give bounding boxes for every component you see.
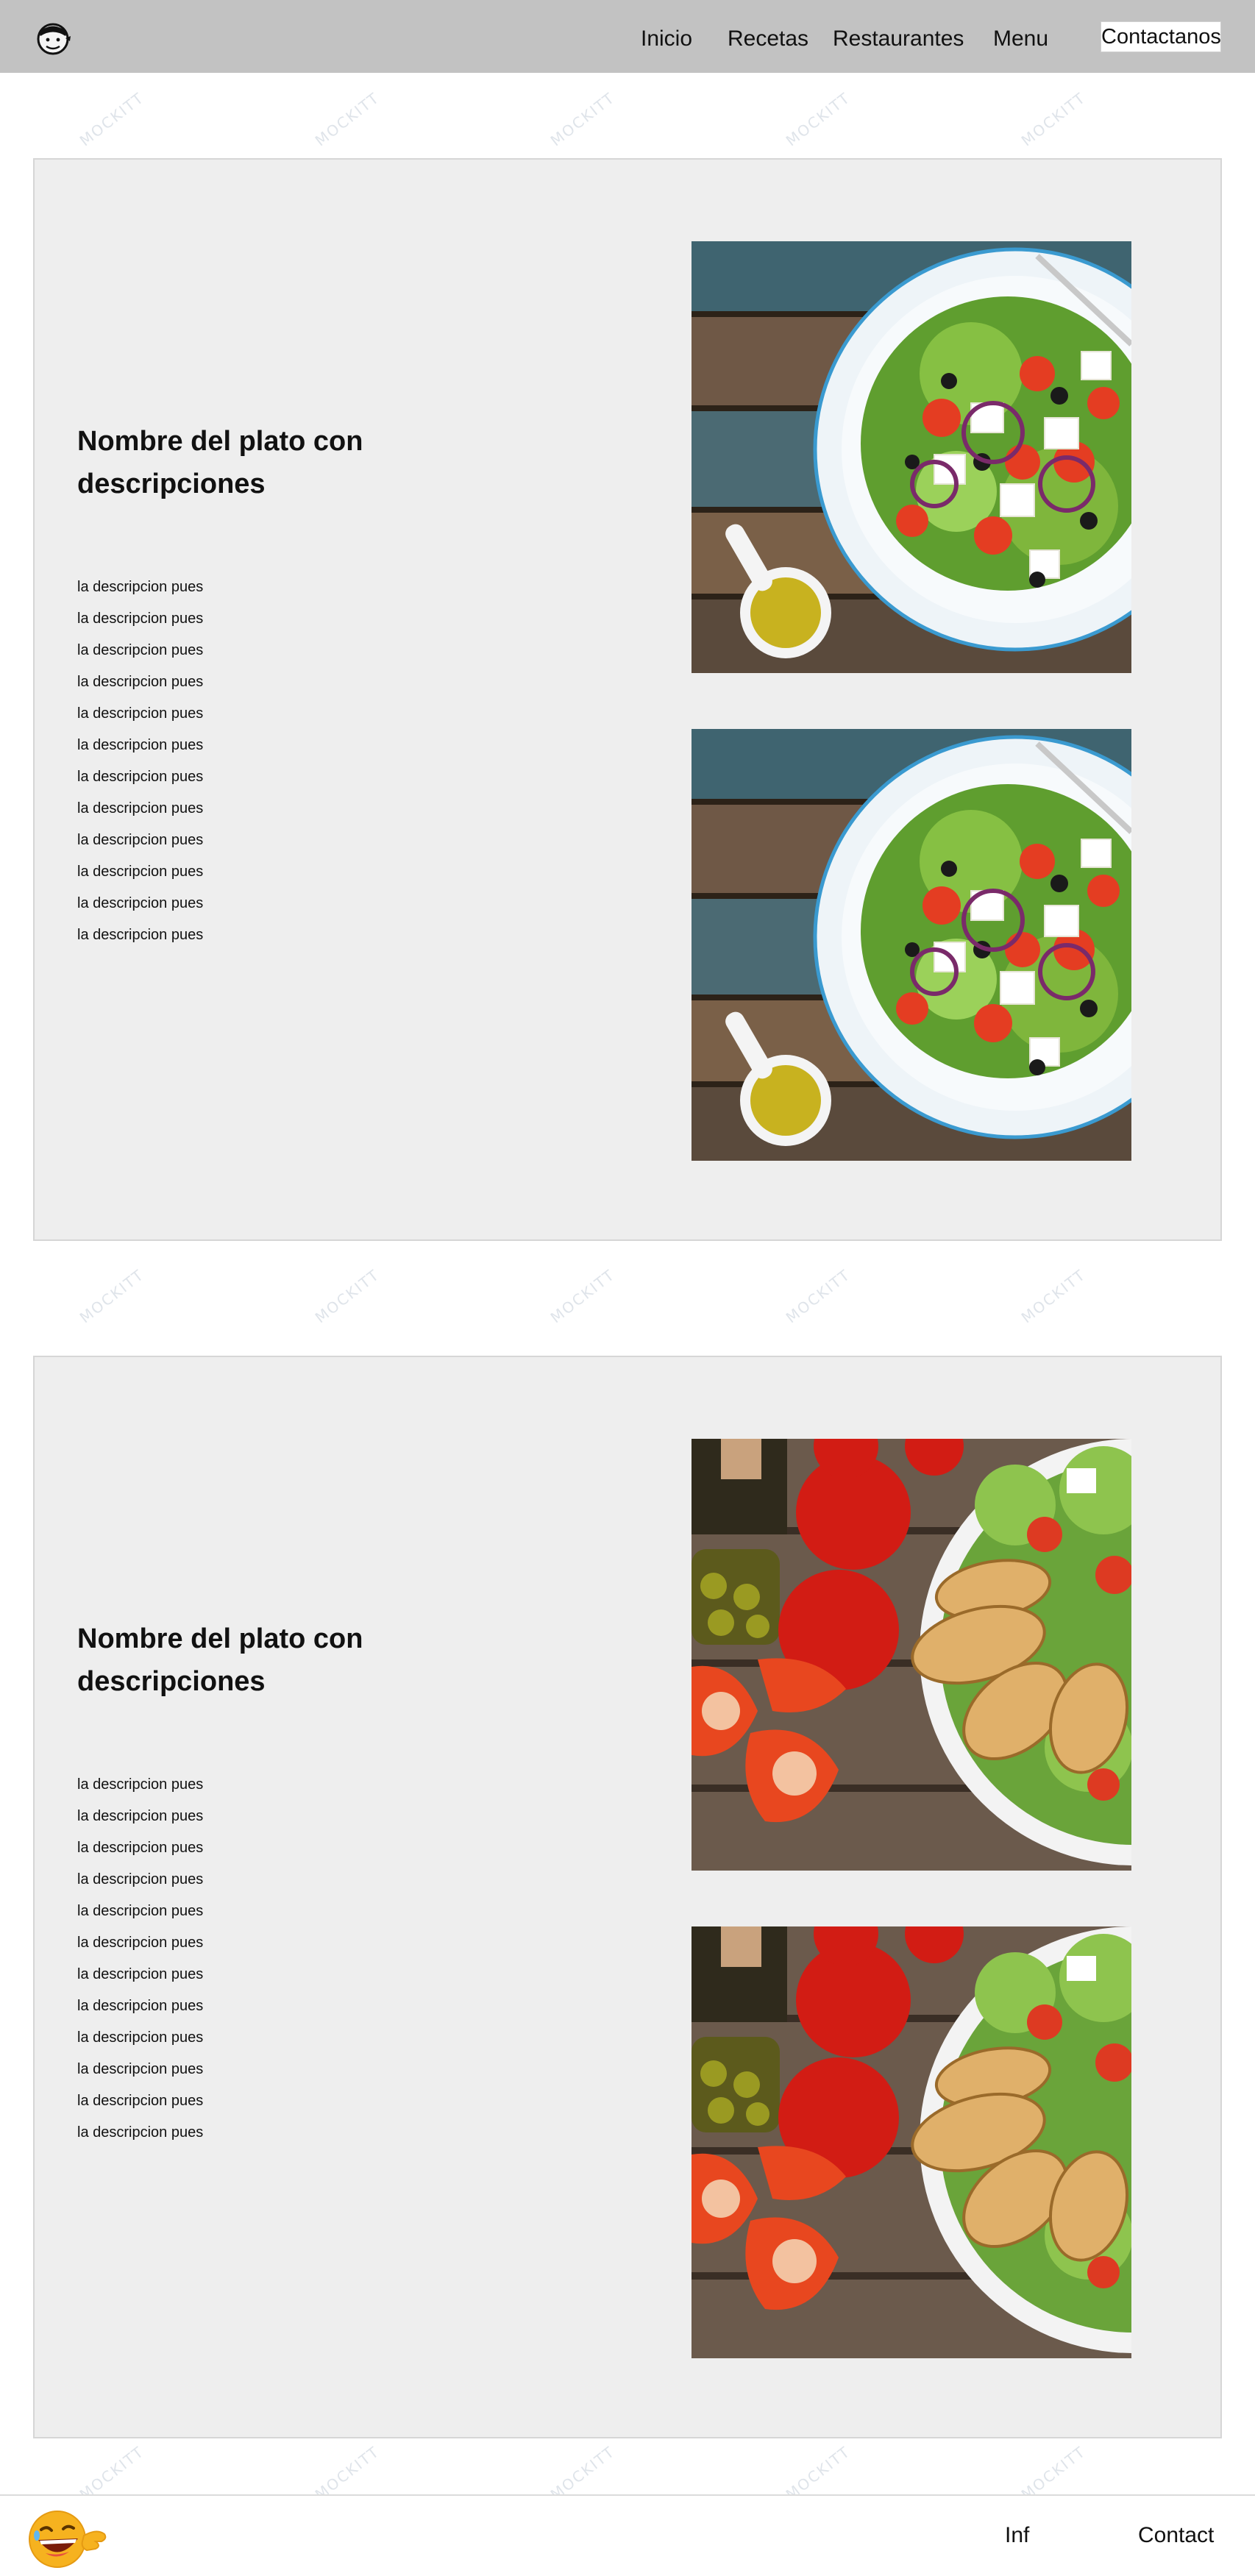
watermark-text: MOCKITT — [1017, 1265, 1089, 1327]
dish-description-line: la descripcion pues — [77, 927, 204, 943]
watermark-text: MOCKITT — [547, 1265, 619, 1327]
dish-description-line: la descripcion pues — [77, 1935, 204, 1951]
watermark-text: MOCKITT — [76, 88, 148, 150]
watermark-text: MOCKITT — [782, 1265, 854, 1327]
nav-recetas[interactable]: Recetas — [728, 26, 808, 51]
dish-description-line: la descripcion pues — [77, 1871, 204, 1887]
dish-description-line: la descripcion pues — [77, 2029, 204, 2046]
chef-logo-icon[interactable] — [32, 16, 74, 57]
dish-description-line: la descripcion pues — [77, 737, 204, 753]
contact-button[interactable]: Contactanos — [1101, 21, 1221, 52]
greek-salad-photo[interactable] — [692, 241, 1131, 673]
footer-bar: Inf Contact — [0, 2494, 1255, 2576]
dish-description-line: la descripcion pues — [77, 705, 204, 722]
dish-description-line: la descripcion pues — [77, 579, 204, 595]
greek-salad-photo[interactable] — [692, 729, 1131, 1161]
watermark-text: MOCKITT — [311, 88, 383, 150]
nav-restaurantes[interactable]: Restaurantes — [833, 26, 964, 51]
dish-description-line: la descripcion pues — [77, 800, 204, 816]
watermark-text: MOCKITT — [782, 88, 854, 150]
dish-description-line: la descripcion pues — [77, 674, 204, 690]
watermark-text: MOCKITT — [547, 88, 619, 150]
nav-menu[interactable]: Menu — [993, 26, 1048, 51]
dish-description-line: la descripcion pues — [77, 2124, 204, 2141]
dish-description-line: la descripcion pues — [77, 1840, 204, 1856]
dish-description-list: la descripcion pues la descripcion pues … — [77, 1769, 203, 2149]
dish-description-line: la descripcion pues — [77, 2061, 204, 2077]
dish-title: Nombre del plato con descripciones — [77, 1623, 363, 1697]
dish-description-line: la descripcion pues — [77, 1998, 204, 2014]
dish-description-line: la descripcion pues — [77, 1966, 204, 1982]
nav-inicio[interactable]: Inicio — [641, 26, 692, 51]
dish-description-line: la descripcion pues — [77, 2093, 204, 2109]
dish-title: Nombre del plato con descripciones — [77, 426, 363, 499]
dish-description-line: la descripcion pues — [77, 769, 204, 785]
footer-link-inf[interactable]: Inf — [1005, 2523, 1029, 2548]
dish-description-line: la descripcion pues — [77, 895, 204, 911]
dish-description-line: la descripcion pues — [77, 1776, 204, 1793]
dish-description-line: la descripcion pues — [77, 1903, 204, 1919]
dish-description-line: la descripcion pues — [77, 1808, 204, 1824]
dish-description-line: la descripcion pues — [77, 864, 204, 880]
laughing-emoji-icon — [25, 2506, 113, 2569]
dish-card: Nombre del plato con descripciones la de… — [33, 158, 1222, 1241]
tomato-bruschetta-photo[interactable] — [692, 1926, 1131, 2358]
tomato-bruschetta-photo[interactable] — [692, 1439, 1131, 1871]
top-nav-bar: Inicio Recetas Restaurantes Menu Contact… — [0, 0, 1255, 73]
dish-description-line: la descripcion pues — [77, 611, 204, 627]
dish-description-line: la descripcion pues — [77, 832, 204, 848]
watermark-text: MOCKITT — [76, 1265, 148, 1327]
dish-description-line: la descripcion pues — [77, 642, 204, 658]
watermark-text: MOCKITT — [311, 1265, 383, 1327]
dish-description-list: la descripcion pues la descripcion pues … — [77, 572, 203, 951]
footer-link-contact[interactable]: Contact — [1138, 2523, 1214, 2548]
dish-card: Nombre del plato con descripciones la de… — [33, 1356, 1222, 2438]
watermark-text: MOCKITT — [1017, 88, 1089, 150]
